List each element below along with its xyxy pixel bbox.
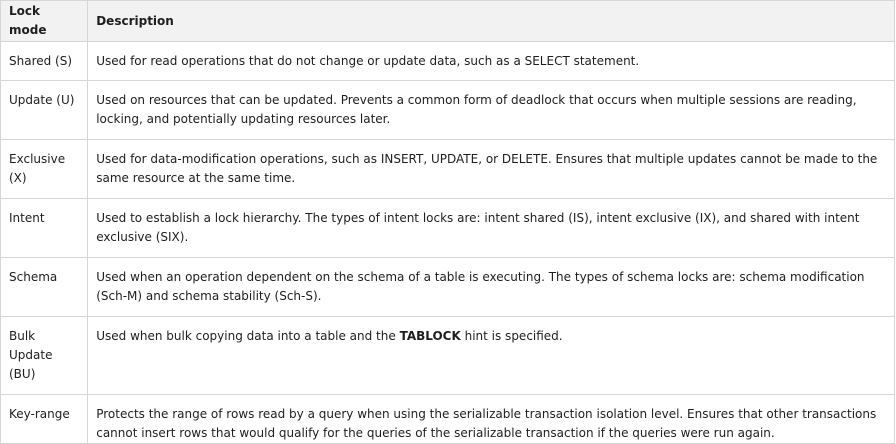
lock-mode-cell: Update (U) — [0, 80, 89, 140]
description-text: Used when bulk copying data into a table… — [96, 329, 400, 343]
lock-mode-cell: Schema — [0, 257, 89, 317]
header-description: Description — [87, 0, 895, 42]
description-cell: Used for read operations that do not cha… — [87, 41, 895, 81]
table-row: Update (U) Used on resources that can be… — [0, 80, 895, 140]
description-cell: Used when an operation dependent on the … — [87, 257, 895, 317]
description-text: hint is specified. — [460, 329, 563, 343]
lock-mode-cell: Key-range — [0, 394, 89, 444]
table-row: Bulk Update (BU) Used when bulk copying … — [0, 316, 895, 395]
lock-modes-table: Lock mode Description Shared (S) Used fo… — [0, 0, 895, 444]
description-cell: Used for data-modification operations, s… — [87, 139, 895, 199]
lock-mode-cell: Exclusive (X) — [0, 139, 89, 199]
lock-mode-cell: Shared (S) — [0, 41, 89, 81]
tablock-hint-keyword: TABLOCK — [399, 329, 461, 343]
description-cell: Used on resources that can be updated. P… — [87, 80, 895, 140]
description-cell: Protects the range of rows read by a que… — [87, 394, 895, 444]
table-row: Intent Used to establish a lock hierarch… — [0, 198, 895, 258]
table-header-row: Lock mode Description — [0, 0, 895, 42]
header-lock-mode: Lock mode — [0, 0, 89, 42]
table-row: Schema Used when an operation dependent … — [0, 257, 895, 317]
lock-mode-cell: Intent — [0, 198, 89, 258]
table-row: Exclusive (X) Used for data-modification… — [0, 139, 895, 199]
table-row: Shared (S) Used for read operations that… — [0, 41, 895, 81]
lock-mode-cell: Bulk Update (BU) — [0, 316, 89, 395]
table-row: Key-range Protects the range of rows rea… — [0, 394, 895, 444]
description-cell: Used when bulk copying data into a table… — [87, 316, 895, 395]
description-cell: Used to establish a lock hierarchy. The … — [87, 198, 895, 258]
